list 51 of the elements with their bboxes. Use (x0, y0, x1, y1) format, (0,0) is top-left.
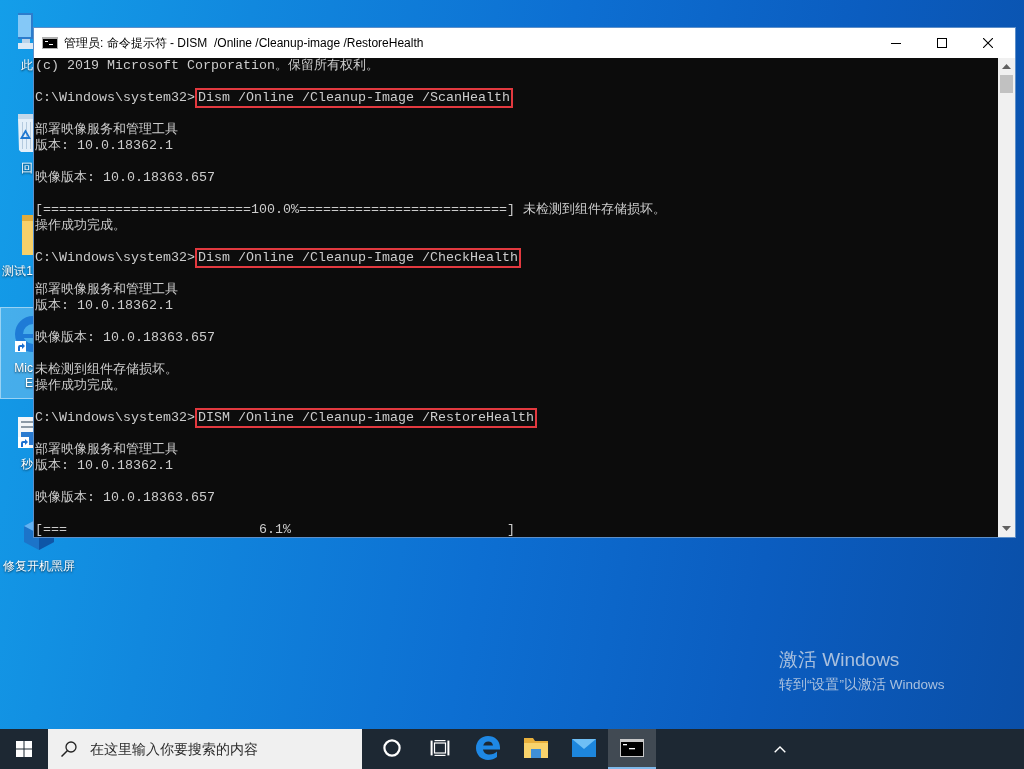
terminal-icon (42, 37, 58, 49)
icon-label: 回 (21, 161, 33, 176)
icon-label: Mic E (14, 361, 33, 391)
console-line: 映像版本: 10.0.18363.657 (35, 170, 216, 186)
console-line: 部署映像服务和管理工具 (35, 282, 179, 298)
activation-text: 转到“设置”以激活 Windows (779, 676, 945, 694)
console-line: [==========================100.0%==========================] 未检测到组件存储损坏。 (35, 202, 667, 218)
prompt-text: C:\Windows\system32> (35, 90, 195, 105)
search-field[interactable]: 在这里输入你要搜索的内容 (48, 729, 362, 769)
console-line: 操作成功完成。 (35, 218, 127, 234)
icon-label: 测试1 (2, 264, 33, 279)
icon-label: 此 (21, 58, 33, 73)
console-line: 部署映像服务和管理工具 (35, 122, 179, 138)
scroll-down-icon[interactable] (1002, 526, 1011, 531)
browser-icon (476, 736, 500, 760)
taskbar-app-button[interactable] (608, 729, 656, 769)
terminal-icon (620, 739, 644, 757)
envelope-icon (572, 739, 596, 757)
console-line: [=== 6.1% ] (35, 522, 516, 537)
console-line: 操作成功完成。 (35, 378, 127, 394)
scrollbar-thumb[interactable] (1000, 75, 1013, 93)
activation-heading: 激活 Windows (779, 648, 901, 672)
console-line: 未检测到组件存储损坏。 (35, 362, 179, 378)
console-line: 版本: 10.0.18362.1 (35, 298, 174, 314)
command-text: DISM /Online /Cleanup-image /RestoreHealth (194, 408, 537, 428)
console-line: 映像版本: 10.0.18363.657 (35, 490, 216, 506)
console-line: 版本: 10.0.18362.1 (35, 458, 174, 474)
circle-icon (383, 739, 401, 757)
console-line: 映像版本: 10.0.18363.657 (35, 330, 216, 346)
icon-label: 修复开机黑屏 (3, 559, 75, 574)
windows-logo-icon (16, 741, 32, 757)
task-view-icon (430, 740, 450, 756)
console-line: 版本: 10.0.18362.1 (35, 138, 174, 154)
recycle-bin-icon[interactable] (18, 114, 33, 152)
scroll-up-icon[interactable] (1002, 64, 1011, 69)
folder-icon (524, 738, 548, 758)
command-text: Dism /Online /Cleanup-Image /CheckHealth (194, 248, 521, 268)
monitor-icon[interactable] (18, 13, 33, 49)
minimize-icon (891, 42, 901, 44)
console-line: 部署映像服务和管理工具 (35, 442, 179, 458)
prompt-text: C:\Windows\system32> (35, 250, 195, 265)
maximize-icon (937, 38, 947, 48)
console-line: (c) 2019 Microsoft Corporation。保留所有权利。 (35, 58, 380, 74)
window-title: 管理员: 命令提示符 - DISM /Online /Cleanup-image /RestoreHealth (64, 35, 424, 52)
search-icon (61, 741, 77, 757)
command-text: Dism /Online /Cleanup-Image /ScanHealth (194, 88, 513, 108)
icon-label: 秒 (21, 457, 33, 472)
selection-highlight[interactable]: Mic E (0, 307, 34, 399)
close-icon (983, 38, 993, 48)
prompt-text: C:\Windows\system32> (35, 410, 195, 425)
chevron-up-icon (774, 745, 786, 753)
